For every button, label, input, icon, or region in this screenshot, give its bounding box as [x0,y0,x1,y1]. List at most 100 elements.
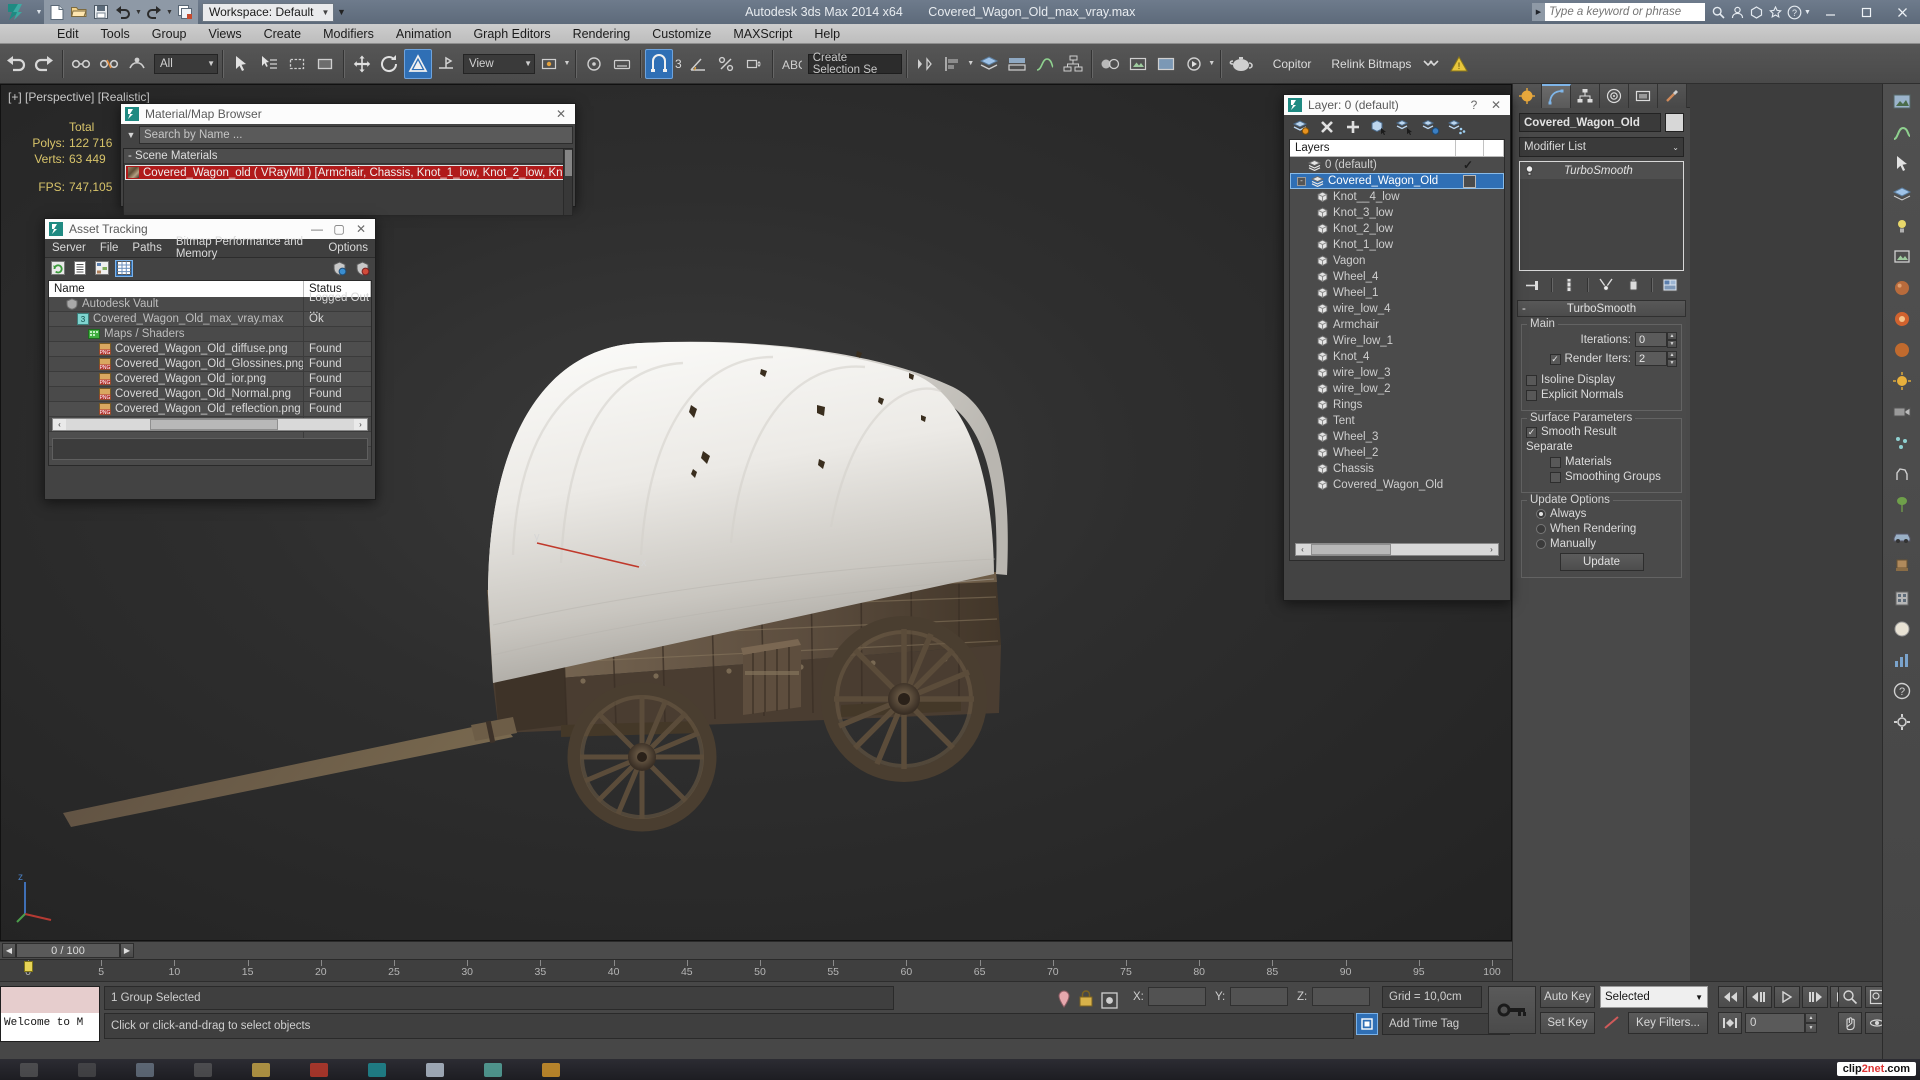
layer-object-row[interactable]: Chassis [1290,461,1504,477]
undo-dropdown-icon[interactable]: ▼ [135,9,142,16]
motion-tab[interactable] [1600,84,1629,108]
menu-item-views[interactable]: Views [197,25,252,43]
plant-icon[interactable] [1887,490,1917,520]
curve-editor-icon[interactable] [1031,49,1059,79]
redo-icon[interactable] [144,2,164,22]
modifier-list-dropdown[interactable]: Modifier List ⌄ [1519,137,1684,157]
taskbar-item[interactable] [116,1059,174,1080]
render-iters-value[interactable]: 2 [1635,351,1667,366]
refresh-icon[interactable] [49,260,67,277]
explicit-normals-checkbox[interactable] [1526,389,1537,401]
asset-row[interactable]: PNG Covered_Wagon_Old_reflection.png Found [49,402,371,417]
key-tangent-icon[interactable] [1602,1013,1622,1033]
car-icon[interactable] [1887,521,1917,551]
asset-menu-options[interactable]: Options [321,240,375,256]
set-project-icon[interactable] [175,2,195,22]
taskbar-item[interactable] [464,1059,522,1080]
layer-row[interactable]: 0 (default) ✓ [1290,157,1504,173]
update-when-rendering-radio[interactable] [1536,524,1546,534]
material-list-item[interactable]: Covered_Wagon_old ( VRayMtl ) [Armchair,… [125,165,571,180]
smooth-result-checkbox[interactable]: ✓ [1526,426,1537,438]
asset-menu-bitmap-performance-and-memory[interactable]: Bitmap Performance and Memory [169,234,322,262]
asset-row[interactable]: PNG Covered_Wagon_Old_Normal.png Found [49,387,371,402]
material-editor-icon[interactable] [1096,49,1124,79]
mirror-icon[interactable] [911,49,939,79]
curve-icon[interactable] [1887,118,1917,148]
select-and-move-icon[interactable] [348,49,376,79]
workspace-dropdown-icon[interactable]: ▼ [334,3,348,22]
minimize-button[interactable] [1812,0,1848,24]
layer-object-row[interactable]: Wheel_4 [1290,269,1504,285]
layer-object-row[interactable]: Wire_low_1 [1290,333,1504,349]
sphere2-icon[interactable] [1887,614,1917,644]
modifier-stack-entry[interactable]: TurboSmooth [1520,162,1683,179]
save-icon[interactable] [91,2,111,22]
browser-menu-icon[interactable]: ▼ [123,126,139,144]
redo-tool-icon[interactable] [30,49,58,79]
modify-tab[interactable] [1542,84,1571,108]
layer-list-hscroll[interactable]: ‹ › [1295,543,1499,556]
undo-tool-icon[interactable] [2,49,30,79]
render-icon[interactable] [1887,242,1917,272]
asset-menu-file[interactable]: File [93,240,126,256]
make-unique-icon[interactable] [1596,276,1616,294]
paint-icon[interactable] [1887,304,1917,334]
asset-tracking-grid[interactable]: Name Status Autodesk Vault Logged Out ...… [48,280,372,466]
active-layer-check-icon[interactable]: ✓ [1461,158,1475,172]
teapot-icon[interactable] [1225,49,1259,79]
taskbar-item[interactable] [348,1059,406,1080]
menu-item-group[interactable]: Group [141,25,198,43]
settings-gear-icon[interactable] [1887,707,1917,737]
key-mode-dropdown[interactable]: Selected ▼ [1600,986,1708,1008]
goto-start-button[interactable] [1718,986,1744,1008]
layer-object-row[interactable]: Tent [1290,413,1504,429]
rectangular-selection-icon[interactable] [283,49,311,79]
schematic-view-icon[interactable] [1059,49,1087,79]
unlink-selection-icon[interactable] [95,49,123,79]
update-button[interactable]: Update [1559,553,1644,571]
update-when-rendering-row[interactable]: When Rendering [1526,523,1677,535]
camera-icon[interactable] [1887,397,1917,427]
next-key-button[interactable] [1802,986,1828,1008]
display-tab[interactable] [1629,84,1658,108]
asset-row[interactable]: 3 Covered_Wagon_Old_max_vray.max Ok [49,312,371,327]
asset-row[interactable]: Autodesk Vault Logged Out ... [49,292,371,316]
expand-collapse-icon[interactable]: - [1297,176,1306,186]
frame-spinner-down[interactable]: ▼ [1805,1023,1817,1033]
material-search-input[interactable]: Search by Name ... [139,126,573,144]
help-icon[interactable]: ? [1785,3,1804,21]
vault-settings-icon[interactable] [353,260,371,277]
scene-materials-group-header[interactable]: - Scene Materials [124,149,572,164]
percent-snap-icon[interactable] [712,49,740,79]
add-layer-icon[interactable] [1342,118,1364,137]
menu-item-rendering[interactable]: Rendering [562,25,642,43]
asset-row[interactable]: PNG Covered_Wagon_Old_Glossines.png Found [49,357,371,372]
taskbar-item[interactable] [522,1059,580,1080]
taskbar-item[interactable] [406,1059,464,1080]
deer-icon[interactable] [1887,459,1917,489]
listener-input-pane[interactable]: Welcome to M [1,1013,99,1041]
help-dropdown-icon[interactable]: ▼ [1804,9,1812,16]
iterations-spinner[interactable]: 0 ▲ ▼ [1635,332,1677,348]
align-icon[interactable] [939,49,967,79]
help2-icon[interactable]: ? [1887,676,1917,706]
set-key-button[interactable]: Set Key [1540,1012,1595,1034]
menu-item-edit[interactable]: Edit [46,25,90,43]
select-highlighted-icon[interactable] [1394,118,1416,137]
taskbar-item[interactable] [174,1059,232,1080]
render-setup-icon[interactable] [1124,49,1152,79]
menu-item-create[interactable]: Create [253,25,313,43]
vault-login-icon[interactable] [330,260,348,277]
use-pivot-center-icon[interactable] [535,49,563,79]
scroll-right-icon[interactable]: › [354,419,367,430]
select-by-name-icon[interactable] [255,49,283,79]
layer-object-row[interactable]: Covered_Wagon_Old [1290,477,1504,493]
listener-output-pane[interactable] [1,987,99,1013]
ribbon-toggle-icon[interactable] [1003,49,1031,79]
menu-item-modifiers[interactable]: Modifiers [312,25,385,43]
layer-object-row[interactable]: wire_low_2 [1290,381,1504,397]
app-menu-caret-icon[interactable]: ▼ [34,9,44,16]
render-iters-up[interactable]: ▲ [1667,351,1677,359]
remove-modifier-icon[interactable] [1624,276,1644,294]
layer-object-row[interactable]: Wheel_2 [1290,445,1504,461]
